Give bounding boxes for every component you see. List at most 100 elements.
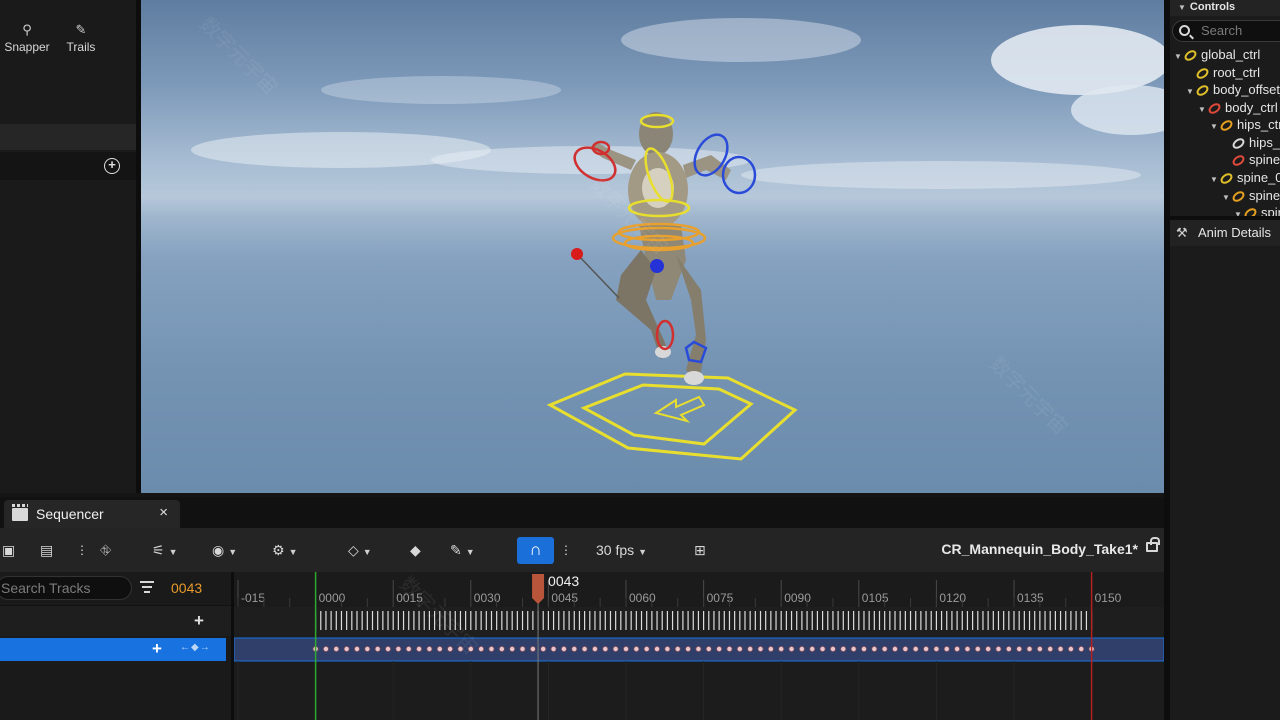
control-rig-track-row[interactable]: + ←◆→ [0,638,226,661]
search-icon [1179,25,1190,36]
tree-item[interactable]: ▼ global_ctrl [1174,46,1260,63]
keyframe-dot [1005,646,1012,653]
sequencer-tab[interactable]: Sequencer × [4,500,180,528]
sequencer-toolbar: ▣ ▤ ⋮ ⛗ ⚟ ▼ ◉ ▼ ⚙ ▼ ◇ ▼ ◆ ✎ ▼ ∩ ⋮ 30 fps ▼ ⊞ C… [0,528,1164,572]
tree-item[interactable]: ▼spine_02_ctrl [1210,169,1280,186]
view-eye-icon[interactable]: ◉ ▼ [212,540,237,560]
control-ring-icon [1182,48,1199,63]
tree-item[interactable]: ▼hips_ctrl [1210,116,1280,133]
keyframe-dot [685,646,692,653]
trails-button[interactable]: ✎ Trails [54,22,108,54]
current-frame-display[interactable]: 0043 [171,580,202,596]
keyframe-dot [705,646,712,653]
keyframe-dot [1047,646,1054,653]
keyframe-dot [643,646,650,653]
tree-item[interactable]: ▼body_offset_ctrl [1186,81,1280,98]
snap-options-icon[interactable]: ⋮ [560,540,572,560]
add-row: + [0,152,136,180]
keyframe-dot [612,646,619,653]
timeline-area[interactable]: -015 0000 0015 0030 0045 0060 0075 0090 0105 0120… [234,572,1164,720]
expand-caret-icon[interactable]: ▼ [1174,48,1184,65]
curve-editor-icon[interactable]: ⊞ [694,540,706,560]
control-ring-icon [1218,171,1235,186]
add-circle-icon[interactable]: + [104,158,120,174]
snap-magnet-button[interactable]: ∩ [517,537,554,564]
add-track-row: + [0,605,231,636]
controls-search-input[interactable]: Search [1172,20,1280,42]
keyframe-dot [364,646,371,653]
control-ring-icon [1230,189,1247,204]
keyframe-dot [519,646,526,653]
add-track-icon[interactable]: + [194,611,204,631]
mode-toolbar-panel: ⚲ Snapper ✎ Trails + [0,0,136,493]
filter-icon[interactable] [140,581,154,594]
snapper-button[interactable]: ⚲ Snapper [0,22,54,54]
keyframe-dot [881,646,888,653]
expand-caret-icon[interactable]: ▼ [1222,189,1232,206]
edit-pencil-icon[interactable]: ✎ ▼ [450,540,475,560]
keyframe-dot [829,646,836,653]
fps-dropdown[interactable]: 30 fps ▼ [596,540,647,560]
keyframe-dot [778,646,785,653]
expand-caret-icon[interactable]: ▼ [1210,171,1220,188]
key-navigation-icon[interactable]: ←◆→ [180,642,211,653]
keyframe-dot [1036,646,1043,653]
add-section-icon[interactable]: + [152,639,162,659]
magnet-icon: ∩ [529,540,542,559]
actor-to-sequencer-icon[interactable]: ⛗ [100,540,111,560]
keyframe-dot [457,646,464,653]
expand-caret-icon[interactable]: ▼ [1234,206,1244,216]
expand-caret-icon[interactable]: ▼ [1198,101,1208,118]
keyframe-dot [581,646,588,653]
keyframe-dot [923,646,930,653]
keyframe-dot [933,646,940,653]
tree-item[interactable]: spine_01_ctrl [1230,151,1280,168]
keyframe-dot [602,646,609,653]
playback-options-icon[interactable]: ⚙ ▼ [272,540,297,560]
collapse-triangle-icon[interactable]: ▼ [1178,3,1186,12]
tree-item[interactable]: ▼spine_04_ctrl [1234,204,1280,216]
expand-caret-icon[interactable]: ▼ [1210,118,1220,135]
root-control-gizmo [546,372,798,461]
keyframe-dot [633,646,640,653]
keyframe-dot [1016,646,1023,653]
track-filter-input[interactable]: Search Tracks [0,576,132,600]
keyframe-dot [757,646,764,653]
tree-item[interactable]: root_ctrl [1194,64,1260,81]
controls-tree[interactable]: ▼global_ctrl root_ctrl ▼body_offset_ctrl… [1170,44,1280,216]
keyframe-dot [322,646,329,653]
trails-label: Trails [66,40,96,54]
keyframe-dot [426,646,433,653]
anim-details-tab[interactable]: ⚒ Anim Details [1170,220,1280,246]
keyframe-dot [1026,646,1033,653]
key-diamond-icon[interactable]: ◇ ▼ [348,540,372,560]
keyframe-dot [695,646,702,653]
tree-item[interactable]: ▼ body_ctrl [1198,99,1278,116]
controls-title: Controls [1189,1,1236,13]
tree-item[interactable]: ▼spine_03_ctrl [1222,187,1280,204]
timeline-svg: -015 0000 0015 0030 0045 0060 0075 0090 0105 0120… [234,572,1164,720]
tree-item[interactable]: hips_shift_ctrl [1230,134,1280,151]
render-movie-icon[interactable]: ▤ [40,540,53,560]
sequencer-tab-bar: Sequencer × [0,497,1164,528]
keyframe-dot [767,646,774,653]
controls-panel: ▼ Controls Search ▼ global_ctrl root_ctrl … [1170,0,1280,720]
clapperboard-icon [12,504,28,521]
trails-icon: ✎ [75,22,87,37]
lock-icon[interactable] [1146,537,1160,552]
camera-icon[interactable]: ▣ [2,540,15,560]
panel-section-band [0,124,136,150]
expand-caret-icon[interactable]: ▼ [1186,83,1196,100]
keyframe-dot [902,646,909,653]
auto-key-icon[interactable]: ◆ [410,540,421,560]
keyframe-dot [840,646,847,653]
keyframe-dot [664,646,671,653]
more-options-icon[interactable]: ⋮ [76,540,88,560]
tools-icon[interactable]: ⚟ ▼ [152,540,177,560]
keyframe-dot [1078,646,1085,653]
level-viewport[interactable] [141,0,1164,493]
control-ring-icon [1194,83,1211,98]
controls-header[interactable]: ▼ Controls [1170,0,1280,16]
anim-details-label: Anim Details [1198,225,1271,240]
close-icon[interactable]: × [159,504,168,521]
